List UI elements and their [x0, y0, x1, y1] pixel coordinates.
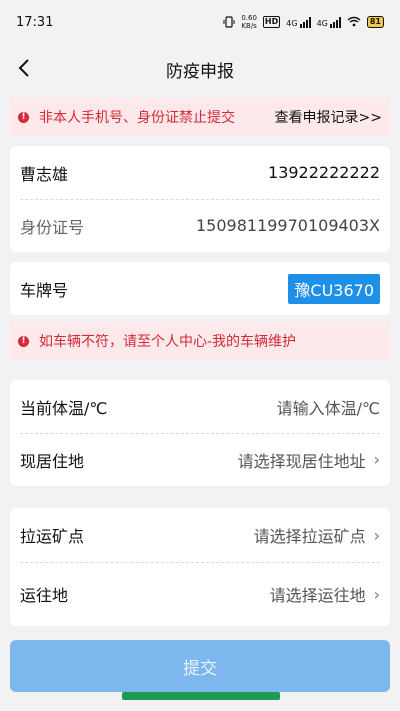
address-select[interactable]: 请选择现居住地址 ›	[238, 448, 380, 472]
temperature-label: 当前体温/℃	[20, 398, 108, 418]
plate-row: 车牌号 豫CU3670	[10, 262, 390, 315]
address-placeholder: 请选择现居住地址	[237, 451, 366, 471]
battery-icon: 81	[366, 16, 384, 28]
destination-select[interactable]: 请选择运往地 ›	[270, 582, 380, 606]
vehicle-warning-message: 如车辆不符，请至个人中心-我的车辆维护	[39, 334, 297, 350]
id-number: 15098119970109403X	[195, 216, 380, 235]
view-records-link[interactable]: 查看申报记录>>	[275, 107, 382, 127]
id-label: 身份证号	[20, 217, 85, 237]
plate-label: 车牌号	[20, 280, 69, 300]
address-row[interactable]: 现居住地 请选择现居住地址 ›	[10, 433, 390, 486]
nav-header: 防疫申报	[0, 44, 400, 94]
vibrate-icon	[223, 15, 235, 28]
page-title: 防疫申报	[166, 61, 234, 82]
mine-row[interactable]: 拉运矿点 请选择拉运矿点 ›	[10, 508, 390, 562]
plate-number-badge[interactable]: 豫CU3670	[288, 273, 380, 304]
chevron-right-icon: ›	[373, 450, 380, 469]
id-row: 身份证号 15098119970109403X	[10, 199, 390, 252]
destination-label: 运往地	[20, 586, 69, 605]
signal-icon	[329, 16, 341, 28]
warning-banner: ! 非本人手机号、身份证禁止提交 查看申报记录>>	[10, 98, 390, 136]
hd-badge: HD	[262, 16, 281, 28]
health-card: 当前体温/℃ 请输入体温/℃ 现居住地 请选择现居住地址 ›	[10, 380, 390, 486]
mine-label: 拉运矿点	[20, 527, 85, 546]
name-row: 曹志雄 13922222222	[10, 146, 390, 199]
chevron-right-icon: ›	[373, 525, 380, 545]
mine-placeholder: 请选择拉运矿点	[253, 527, 366, 546]
user-name: 曹志雄	[20, 164, 69, 184]
vehicle-warning-banner: ! 如车辆不符，请至个人中心-我的车辆维护	[10, 322, 390, 360]
signal-icon	[299, 16, 311, 28]
temperature-input[interactable]: 请输入体温/℃	[277, 395, 380, 419]
sim1-label: 4G	[286, 18, 298, 28]
net-speed-value: 0.60	[241, 14, 257, 22]
wifi-icon	[347, 16, 361, 29]
transport-card: 拉运矿点 请选择拉运矿点 › 运往地 请选择运往地 ›	[10, 508, 390, 626]
net-speed: 0.60 KB/s	[241, 14, 257, 30]
sim2-label: 4G	[316, 18, 328, 28]
destination-row[interactable]: 运往地 请选择运往地 ›	[10, 562, 390, 626]
net-speed-unit: KB/s	[241, 22, 257, 30]
identity-card: 曹志雄 13922222222 身份证号 15098119970109403X	[10, 146, 390, 252]
back-icon[interactable]	[14, 57, 36, 79]
sim1-signal: 4G	[286, 16, 311, 28]
sim2-signal: 4G	[316, 16, 341, 28]
temperature-row[interactable]: 当前体温/℃ 请输入体温/℃	[10, 380, 390, 433]
mine-select[interactable]: 请选择拉运矿点 ›	[254, 523, 380, 547]
home-indicator[interactable]	[122, 692, 280, 700]
address-label: 现居住地	[20, 451, 85, 471]
warning-icon: !	[18, 111, 29, 123]
status-time: 17:31	[16, 14, 54, 30]
warning-icon: !	[18, 335, 29, 347]
warning-message: 非本人手机号、身份证禁止提交	[39, 110, 235, 126]
chevron-right-icon: ›	[373, 584, 380, 604]
phone-number: 13922222222	[268, 163, 380, 182]
status-bar: 17:31 0.60 KB/s HD 4G 4G 81	[0, 0, 400, 44]
submit-button[interactable]: 提交	[10, 640, 390, 692]
destination-placeholder: 请选择运往地	[269, 586, 366, 605]
status-icons: 0.60 KB/s HD 4G 4G 81	[223, 14, 384, 30]
vehicle-card: 车牌号 豫CU3670	[10, 262, 390, 315]
